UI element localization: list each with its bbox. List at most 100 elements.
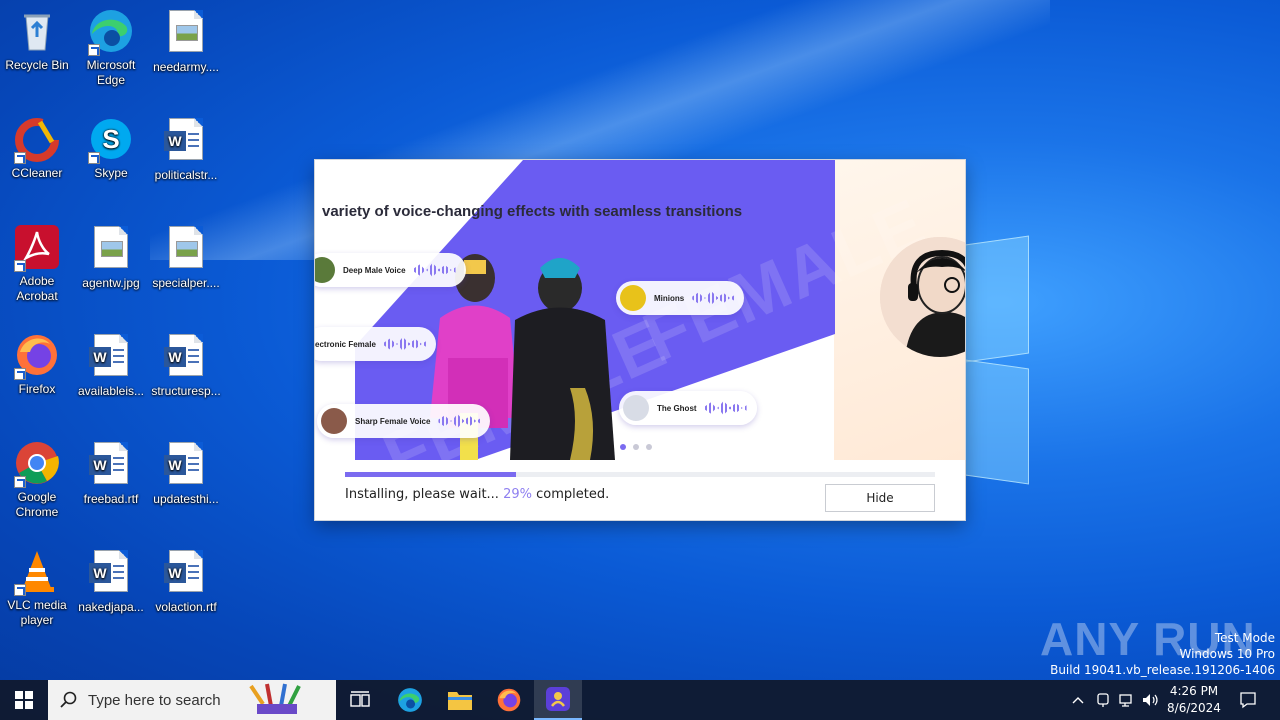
voice-label: The Ghost <box>657 403 697 413</box>
desktop-icon-label: Google Chrome <box>15 490 59 519</box>
desktop-icon-google-chrome[interactable]: Google Chrome <box>1 440 73 520</box>
soundwave-icon <box>383 337 426 351</box>
desktop-icon-politicalstr[interactable]: W politicalstr... <box>150 116 222 183</box>
device-icon <box>1097 693 1109 707</box>
voice-label: Sharp Female Voice <box>355 416 431 426</box>
desktop-icon-adobe-acrobat[interactable]: Adobe Acrobat <box>1 224 73 304</box>
hide-button[interactable]: Hide <box>825 484 935 512</box>
search-icon <box>60 691 77 708</box>
taskbar-clock[interactable]: 4:26 PM 8/6/2024 <box>1160 683 1228 717</box>
chevron-up-icon <box>1072 697 1084 704</box>
soundwave-icon <box>704 401 747 415</box>
status-percent: 29% <box>503 487 532 502</box>
search-placeholder: Type here to search <box>88 691 221 709</box>
desktop-icon-vlc[interactable]: VLC media player <box>1 548 73 628</box>
desktop-icon-agentw-jpg[interactable]: agentw.jpg <box>75 224 147 291</box>
tray-device-button[interactable] <box>1092 680 1114 720</box>
desktop-icon-label: Firefox <box>18 382 56 396</box>
image-file-icon <box>163 10 209 56</box>
desktop-icon-label: structuresp... <box>151 384 221 398</box>
desktop-icon-needarmy[interactable]: needarmy.... <box>150 8 222 75</box>
word-document-icon: W <box>88 550 134 596</box>
recycle-bin-icon <box>14 8 60 54</box>
desktop-icon-nakedjapa[interactable]: W nakedjapa... <box>75 548 147 615</box>
network-button[interactable] <box>1116 680 1138 720</box>
install-progress-bar <box>345 472 935 477</box>
status-prefix: Installing, please wait... <box>345 487 504 502</box>
desktop-icon-microsoft-edge[interactable]: Microsoft Edge <box>75 8 147 88</box>
install-status-text: Installing, please wait... 29% completed… <box>345 487 609 502</box>
network-icon <box>1119 694 1132 707</box>
installer-window: FEMALE FEMALE variety of voice-changing … <box>315 160 965 520</box>
desktop-icon-specialper[interactable]: specialper.... <box>150 224 222 291</box>
paint-brushes-icon <box>248 683 301 714</box>
carousel-dot[interactable] <box>620 444 626 450</box>
carousel-dot[interactable] <box>646 444 652 450</box>
desktop-icon-label: agentw.jpg <box>82 276 140 290</box>
task-view-button[interactable] <box>336 680 384 720</box>
desktop-icon-firefox[interactable]: Firefox <box>1 332 73 397</box>
desktop-icon-label: nakedjapa... <box>78 600 144 614</box>
show-hidden-icons-button[interactable] <box>1068 680 1088 720</box>
voice-avatar-icon <box>315 257 335 283</box>
word-document-icon: W <box>163 442 209 488</box>
desktop-icon-updatesthi[interactable]: W updatesthi... <box>150 440 222 507</box>
voice-label: Minions <box>654 293 685 303</box>
desktop-icon-label: specialper.... <box>152 276 220 290</box>
voice-option-the-ghost[interactable]: The Ghost <box>619 391 757 425</box>
desktop-icon-ccleaner[interactable]: CCleaner <box>1 116 73 181</box>
carousel-dots <box>620 444 652 450</box>
image-file-icon <box>88 226 134 272</box>
svg-text:S: S <box>102 124 119 154</box>
banner-headline: variety of voice-changing effects with s… <box>322 203 743 220</box>
taskbar-edge-button[interactable] <box>386 680 434 720</box>
desktop-icon-label: volaction.rtf <box>155 600 217 614</box>
firefox-icon <box>14 332 60 380</box>
clock-time: 4:26 PM <box>1169 684 1219 698</box>
taskbar-search-box[interactable]: Type here to search <box>48 680 336 720</box>
voice-label: Deep Male Voice <box>343 265 406 275</box>
desktop-icon-availableis[interactable]: W availableis... <box>75 332 147 399</box>
test-mode-watermark: Test Mode Windows 10 Pro Build 19041.vb_… <box>1050 630 1275 678</box>
taskbar-voice-changer-button[interactable] <box>534 680 582 720</box>
firefox-icon <box>497 688 521 712</box>
skype-icon: S <box>88 116 134 164</box>
desktop-icon-label: updatesthi... <box>153 492 219 506</box>
install-progress-fill <box>345 472 517 477</box>
desktop-icon-volaction-rtf[interactable]: W volaction.rtf <box>150 548 222 615</box>
voice-option-sharp-female[interactable]: Sharp Female Voice <box>317 404 491 438</box>
desktop-icon-skype[interactable]: S Skype <box>75 116 147 181</box>
windows-logo-wallpaper <box>965 235 1029 485</box>
volume-button[interactable] <box>1140 680 1162 720</box>
desktop-icon-label: politicalstr... <box>154 168 218 182</box>
desktop-icon-label: Adobe Acrobat <box>16 274 58 303</box>
action-center-button[interactable] <box>1230 680 1266 720</box>
desktop-icon-label: availableis... <box>77 384 145 398</box>
ccleaner-icon <box>14 116 60 164</box>
vlc-cone-icon <box>14 548 60 596</box>
soundwave-icon <box>692 291 735 305</box>
desktop-icon-freebad-rtf[interactable]: W freebad.rtf <box>75 440 147 507</box>
word-document-icon: W <box>163 118 209 164</box>
promo-banner: FEMALE FEMALE variety of voice-changing … <box>315 160 965 460</box>
desktop-icon-structuresp[interactable]: W structuresp... <box>150 332 222 399</box>
desktop-icon-label: CCleaner <box>11 166 63 180</box>
windows-start-icon <box>15 691 33 709</box>
google-chrome-icon <box>14 440 60 488</box>
desktop-icon-label: needarmy.... <box>153 60 219 74</box>
taskbar-firefox-button[interactable] <box>485 680 533 720</box>
word-document-icon: W <box>163 334 209 380</box>
watermark-line: Build 19041.vb_release.191206-1406 <box>1050 663 1275 677</box>
soundwave-icon <box>438 414 481 428</box>
voice-option-minions[interactable]: Minions <box>616 281 745 315</box>
voice-option-deep-male[interactable]: Deep Male Voice <box>315 253 466 287</box>
ghost-avatar-icon <box>623 395 649 421</box>
taskbar-file-explorer-button[interactable] <box>436 680 484 720</box>
task-view-icon <box>350 691 370 707</box>
start-button[interactable] <box>0 680 48 720</box>
watermark-line: Windows 10 Pro <box>1179 647 1275 661</box>
carousel-dot[interactable] <box>633 444 639 450</box>
desktop-icon-recycle-bin[interactable]: Recycle Bin <box>1 8 73 73</box>
file-explorer-icon <box>448 692 472 710</box>
voice-option-electronic-female[interactable]: ectronic Female <box>315 327 436 361</box>
